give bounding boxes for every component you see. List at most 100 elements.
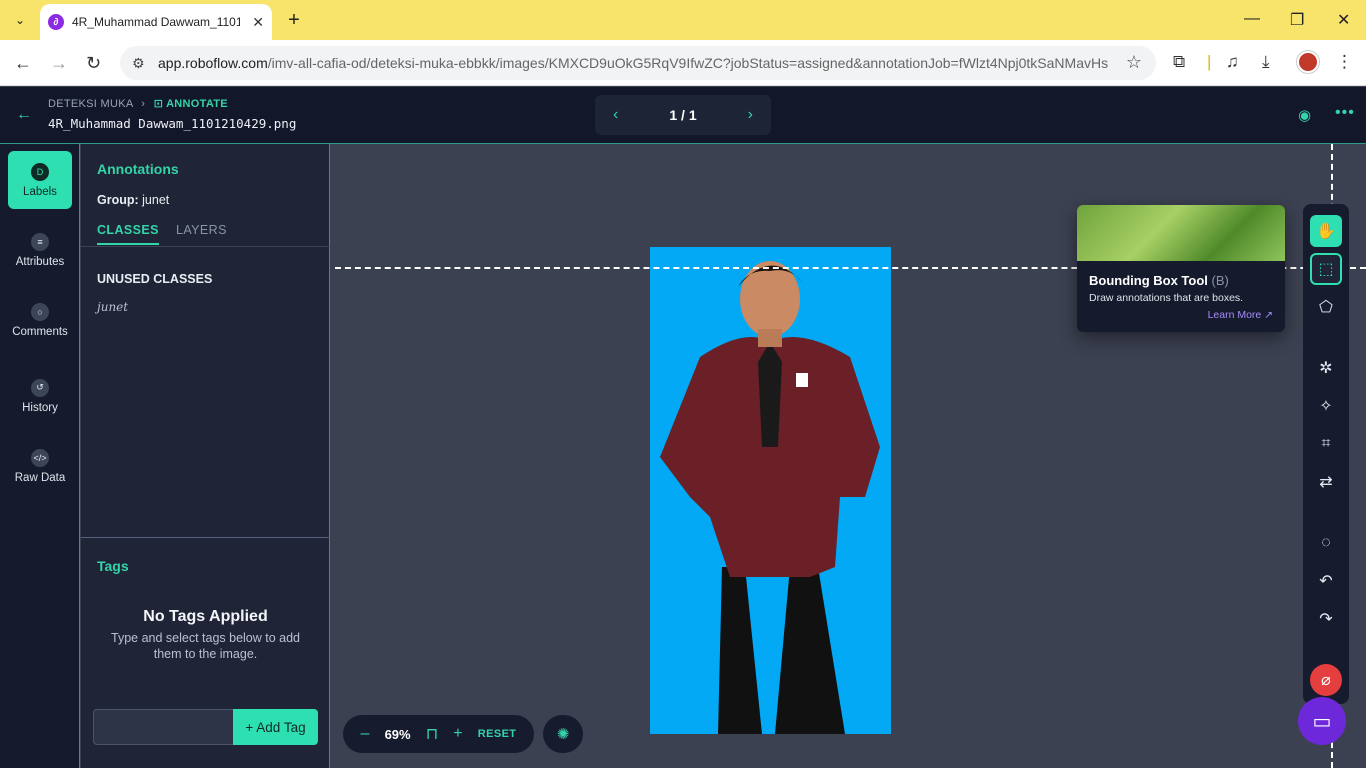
tab-layers[interactable]: LAYERS: [176, 223, 227, 237]
labels-icon: D: [31, 162, 49, 181]
rail-raw-data[interactable]: </> Raw Data: [8, 437, 72, 495]
new-tab-icon[interactable]: +: [282, 8, 306, 32]
left-leg: [718, 567, 762, 734]
url-path: /imv-all-cafia-od/deteksi-muka-ebbkk/ima…: [267, 55, 1109, 71]
back-icon[interactable]: ←: [14, 53, 32, 74]
code-icon: </>: [31, 448, 49, 467]
rail-label: Raw Data: [14, 471, 66, 484]
breadcrumb-project[interactable]: DETEKSI MUKA: [48, 98, 133, 110]
panel-title: Annotations: [97, 161, 179, 177]
zoom-in-icon[interactable]: +: [453, 725, 462, 743]
add-tag-button[interactable]: + Add Tag: [233, 709, 318, 745]
tab-search-icon[interactable]: ⌄: [8, 8, 32, 32]
unused-classes-heading: UNUSED CLASSES: [97, 272, 213, 286]
browser-toolbar: ← → ↻ ⚙ app.roboflow.com/imv-all-cafia-o…: [0, 40, 1366, 86]
smart-polygon-icon[interactable]: ✲: [1310, 352, 1342, 384]
reset-zoom-button[interactable]: RESET: [478, 728, 517, 740]
reload-icon[interactable]: ↻: [86, 53, 101, 74]
roboflow-favicon-icon: ∂: [48, 14, 64, 30]
image-preview[interactable]: [650, 247, 891, 734]
drag-hand-icon[interactable]: ✋: [1310, 215, 1342, 247]
group-label: Group:: [97, 193, 139, 207]
rail-label: Labels: [23, 185, 57, 198]
divider-icon: |: [1207, 52, 1212, 71]
tab-classes[interactable]: CLASSES: [97, 223, 159, 245]
tags-title: Tags: [97, 558, 129, 574]
site-info-icon[interactable]: ⚙: [132, 55, 152, 72]
extensions-icon[interactable]: ⧉: [1173, 52, 1185, 72]
zoom-level: 69%: [384, 726, 411, 742]
next-image-icon[interactable]: ›: [748, 106, 753, 124]
app-header: ← DETEKSI MUKA › ⊡ ANNOTATE 4R_Muhammad …: [0, 87, 1366, 144]
group-line: Group: junet: [97, 193, 169, 207]
shirt: [758, 342, 782, 447]
redo-icon[interactable]: ↷: [1310, 603, 1342, 635]
tab-close-icon[interactable]: ✕: [252, 14, 264, 31]
prev-image-icon[interactable]: ‹: [613, 106, 618, 124]
no-tags-hint: Type and select tags below to add them t…: [111, 631, 301, 661]
forward-icon[interactable]: →: [50, 53, 68, 74]
null-image-icon[interactable]: ⌀: [1310, 664, 1342, 696]
profile-avatar[interactable]: [1297, 51, 1319, 73]
rail-label: Attributes: [15, 255, 65, 268]
rail-history[interactable]: ↺ History: [8, 367, 72, 425]
brightness-settings-icon[interactable]: ✺: [543, 715, 583, 753]
back-arrow-icon[interactable]: ←: [16, 106, 32, 124]
hide-annotations-icon[interactable]: ◉: [1298, 106, 1311, 124]
neck: [758, 329, 782, 347]
annotations-panel: Annotations Group: junet CLASSES LAYERS …: [81, 144, 330, 768]
comment-tool-icon[interactable]: ◌: [1310, 527, 1342, 559]
no-tags-heading: No Tags Applied: [143, 608, 268, 625]
group-value: junet: [142, 193, 170, 207]
zoom-out-icon[interactable]: –: [361, 725, 370, 743]
url-host: app.roboflow.com: [158, 55, 268, 71]
page-counter: 1 / 1: [669, 107, 697, 123]
media-control-icon[interactable]: ♫: [1226, 52, 1239, 72]
tooltip-shortcut: (B): [1211, 273, 1229, 288]
badge-icon: [796, 373, 808, 387]
url-text[interactable]: app.roboflow.com/imv-all-cafia-od/deteks…: [158, 55, 1118, 71]
divider: [81, 537, 330, 538]
tag-input[interactable]: [93, 709, 235, 745]
tooltip-title-text: Bounding Box Tool: [1089, 273, 1208, 288]
browser-menu-icon[interactable]: ⋮: [1336, 52, 1353, 72]
history-icon: ↺: [31, 378, 49, 397]
image-filename: 4R_Muhammad Dawwam_1101210429.png: [48, 116, 297, 131]
attributes-icon: ≡: [31, 232, 49, 251]
tab-title: 4R_Muhammad Dawwam_1101: [72, 15, 240, 29]
breadcrumb: DETEKSI MUKA › ⊡ ANNOTATE: [48, 97, 228, 110]
support-chat-icon[interactable]: ▭: [1298, 697, 1346, 745]
divider: [81, 246, 330, 247]
repeat-previous-icon[interactable]: ⇄: [1310, 466, 1342, 498]
right-leg: [775, 567, 845, 734]
browser-tab[interactable]: ∂ 4R_Muhammad Dawwam_1101 ✕: [40, 4, 272, 40]
left-rail: D Labels ≡ Attributes ○ Comments ↺ Histo…: [0, 144, 80, 768]
bookmark-star-icon[interactable]: ☆: [1126, 52, 1142, 73]
person-photo: [660, 261, 880, 734]
tooltip-title: Bounding Box Tool (B): [1089, 273, 1229, 288]
more-options-icon[interactable]: •••: [1335, 104, 1355, 122]
undo-icon[interactable]: ↶: [1310, 565, 1342, 597]
browser-tabbar: ⌄ ∂ 4R_Muhammad Dawwam_1101 ✕ + — ❐ ✕: [0, 0, 1366, 40]
maximize-icon[interactable]: ❐: [1290, 10, 1304, 30]
rail-label: History: [22, 401, 58, 414]
polygon-tool-icon[interactable]: ⬠: [1310, 291, 1342, 323]
screen: ⌄ ∂ 4R_Muhammad Dawwam_1101 ✕ + — ❐ ✕ ← …: [0, 0, 1366, 768]
rail-comments[interactable]: ○ Comments: [8, 291, 72, 349]
class-item[interactable]: junet: [97, 300, 128, 314]
bounding-box-tool-icon[interactable]: ⬚: [1310, 253, 1342, 285]
breadcrumb-separator-icon: ›: [141, 98, 146, 110]
learn-more-link[interactable]: Learn More ↗: [1208, 309, 1273, 321]
lock-icon[interactable]: ⊓: [426, 724, 438, 744]
rail-labels[interactable]: D Labels: [8, 151, 72, 209]
rail-attributes[interactable]: ≡ Attributes: [8, 221, 72, 279]
close-window-icon[interactable]: ✕: [1337, 10, 1350, 30]
zoom-controls: – 69% ⊓ + RESET: [343, 715, 534, 753]
magic-wand-icon[interactable]: ✧: [1310, 390, 1342, 422]
annotate-icon: ⊡: [153, 98, 167, 110]
address-bar[interactable]: ⚙ app.roboflow.com/imv-all-cafia-od/dete…: [120, 46, 1156, 80]
download-icon[interactable]: ⤓: [1262, 52, 1270, 72]
comments-icon: ○: [31, 302, 49, 321]
keypoint-tool-icon[interactable]: ⌗: [1310, 428, 1342, 460]
minimize-icon[interactable]: —: [1244, 10, 1260, 28]
